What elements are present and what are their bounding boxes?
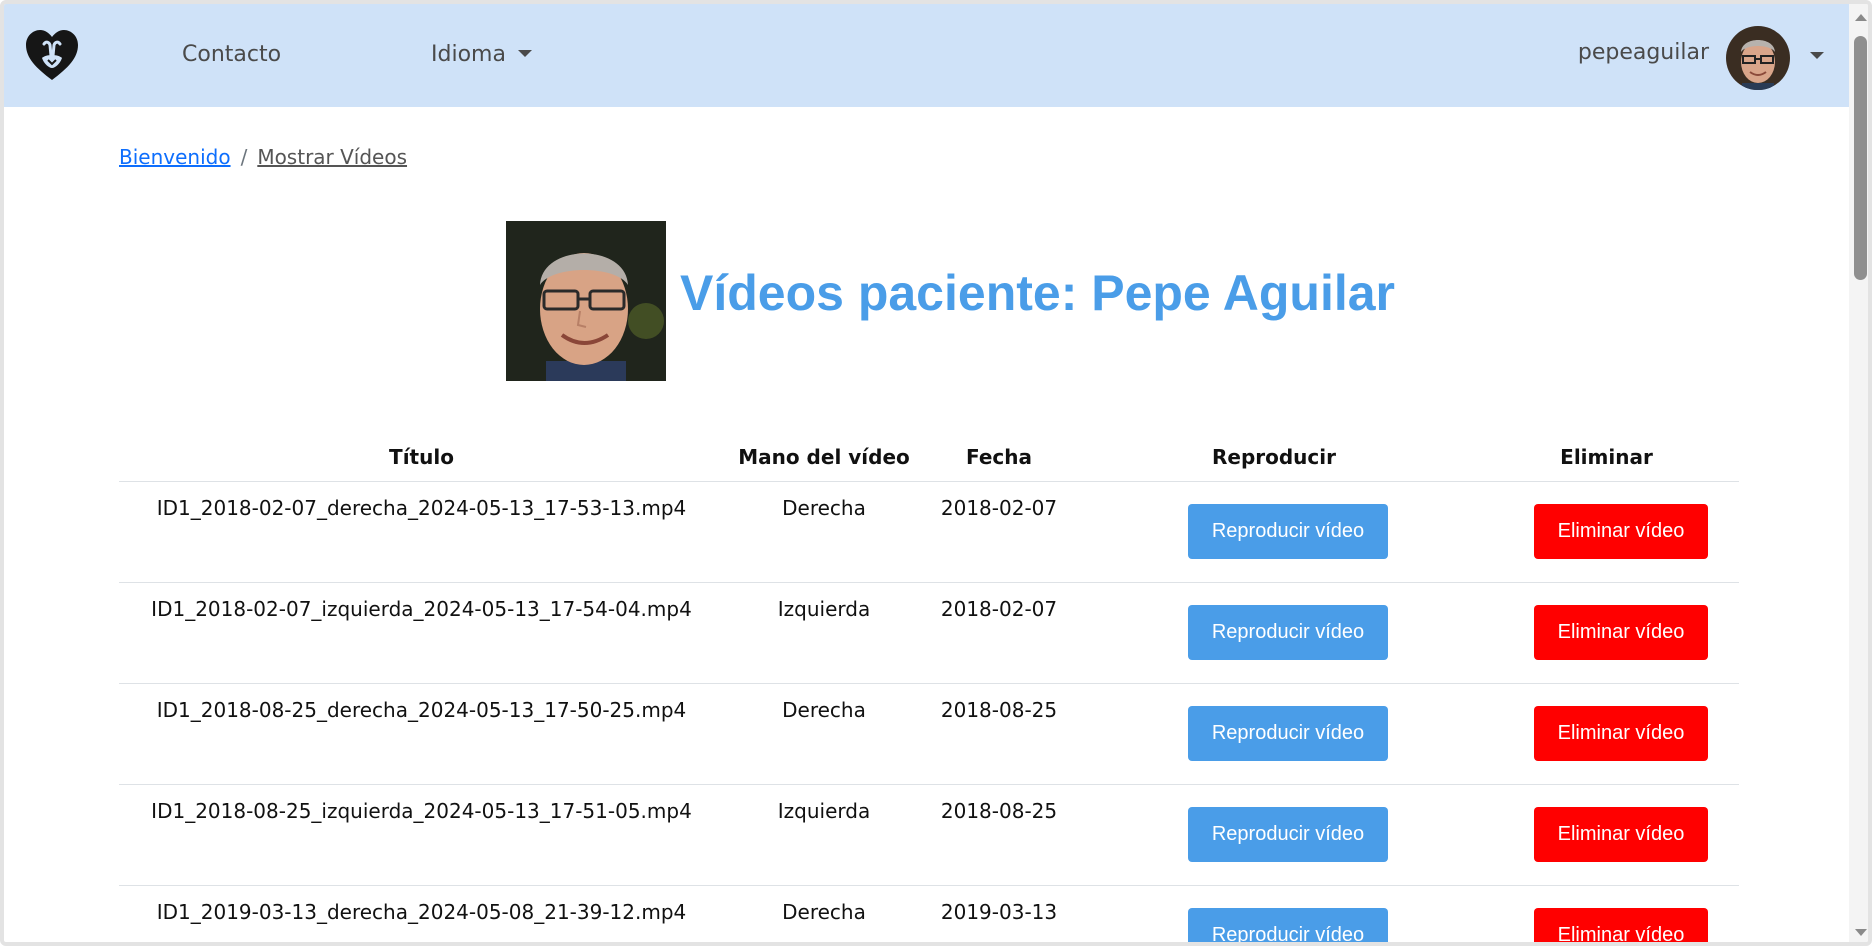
video-hand: Derecha	[782, 900, 866, 924]
vertical-scrollbar[interactable]	[1849, 4, 1868, 942]
breadcrumb-home-link[interactable]: Bienvenido	[119, 145, 231, 169]
play-video-button[interactable]: Reproducir vídeo	[1188, 605, 1388, 660]
delete-video-button[interactable]: Eliminar vídeo	[1534, 807, 1708, 862]
heart-hand-logo-icon[interactable]	[24, 28, 80, 82]
nav-contacto-link[interactable]: Contacto	[182, 42, 281, 67]
delete-video-button[interactable]: Eliminar vídeo	[1534, 605, 1708, 660]
patient-photo	[506, 221, 666, 381]
video-date: 2018-02-07	[940, 597, 1058, 621]
header-hand: Mano del vídeo	[738, 445, 910, 469]
user-menu-caret-icon[interactable]	[1810, 52, 1824, 59]
video-date: 2018-08-25	[940, 799, 1058, 823]
scroll-up-arrow-icon[interactable]	[1855, 14, 1867, 21]
breadcrumb-current[interactable]: Mostrar Vídeos	[257, 145, 407, 169]
play-video-button[interactable]: Reproducir vídeo	[1188, 504, 1388, 559]
header-play: Reproducir	[1211, 445, 1336, 469]
video-hand: Izquierda	[777, 597, 871, 621]
play-video-button[interactable]: Reproducir vídeo	[1188, 807, 1388, 862]
video-date: 2018-02-07	[940, 496, 1058, 520]
user-name[interactable]: pepeaguilar	[1578, 40, 1709, 65]
delete-video-button[interactable]: Eliminar vídeo	[1534, 908, 1708, 942]
page-title: Vídeos paciente: Pepe Aguilar	[680, 265, 1396, 321]
play-video-button[interactable]: Reproducir vídeo	[1188, 706, 1388, 761]
breadcrumb-separator: /	[240, 145, 248, 169]
table-row: ID1_2018-02-07_derecha_2024-05-13_17-53-…	[119, 482, 1739, 583]
video-hand: Izquierda	[777, 799, 871, 823]
video-date: 2019-03-13	[940, 900, 1058, 924]
breadcrumb: Bienvenido / Mostrar Vídeos	[119, 145, 407, 169]
top-navbar: Contacto Idioma pepeaguilar	[4, 4, 1849, 107]
video-title: ID1_2018-08-25_derecha_2024-05-13_17-50-…	[156, 698, 687, 722]
video-title: ID1_2018-02-07_derecha_2024-05-13_17-53-…	[156, 496, 687, 520]
play-video-button[interactable]: Reproducir vídeo	[1188, 908, 1388, 942]
caret-down-icon	[517, 49, 532, 57]
app-window: Contacto Idioma pepeaguilar Bienvenido /…	[0, 0, 1872, 946]
video-title: ID1_2018-02-07_izquierda_2024-05-13_17-5…	[151, 597, 692, 621]
video-hand: Derecha	[782, 698, 866, 722]
nav-idioma-dropdown[interactable]: Idioma	[431, 42, 532, 67]
video-title: ID1_2019-03-13_derecha_2024-05-08_21-39-…	[156, 900, 687, 924]
header-title: Título	[389, 445, 454, 469]
delete-video-button[interactable]: Eliminar vídeo	[1534, 504, 1708, 559]
delete-video-button[interactable]: Eliminar vídeo	[1534, 706, 1708, 761]
videos-table: Título Mano del vídeo Fecha Reproducir E…	[119, 434, 1739, 942]
header-delete: Eliminar	[1560, 445, 1653, 469]
table-row: ID1_2018-08-25_derecha_2024-05-13_17-50-…	[119, 684, 1739, 785]
table-row: ID1_2019-03-13_derecha_2024-05-08_21-39-…	[119, 886, 1739, 942]
scrollbar-thumb[interactable]	[1854, 36, 1867, 280]
table-header: Título Mano del vídeo Fecha Reproducir E…	[119, 434, 1739, 482]
table-row: ID1_2018-02-07_izquierda_2024-05-13_17-5…	[119, 583, 1739, 684]
header-date: Fecha	[965, 445, 1032, 469]
user-avatar[interactable]	[1726, 26, 1790, 90]
video-title: ID1_2018-08-25_izquierda_2024-05-13_17-5…	[151, 799, 692, 823]
scroll-down-arrow-icon[interactable]	[1855, 929, 1867, 936]
nav-idioma-label: Idioma	[431, 42, 506, 67]
video-hand: Derecha	[782, 496, 866, 520]
video-date: 2018-08-25	[940, 698, 1058, 722]
table-row: ID1_2018-08-25_izquierda_2024-05-13_17-5…	[119, 785, 1739, 886]
